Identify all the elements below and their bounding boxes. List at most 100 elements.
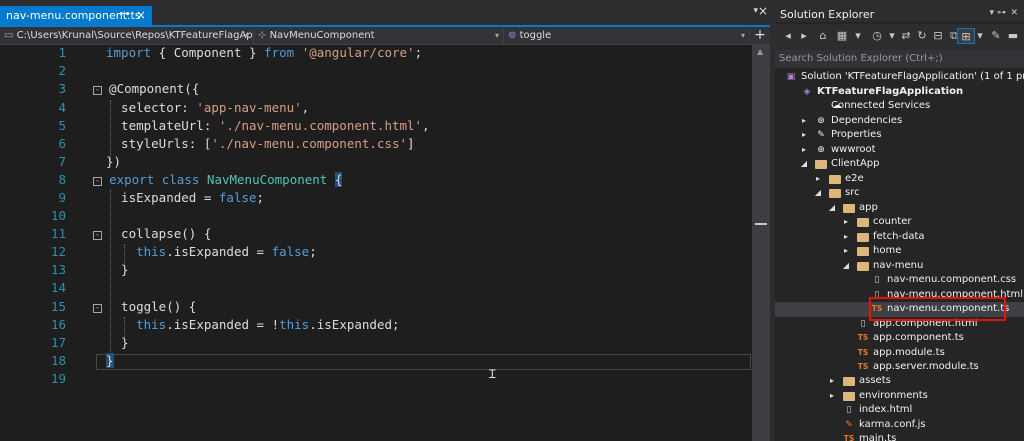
code-line-11: collapse() { [106, 226, 212, 241]
chevron-down-icon[interactable]: ▾ [853, 28, 863, 44]
expand-arrow-icon[interactable]: ▸ [841, 230, 851, 244]
code-line-6: styleUrls: ['./nav-menu.component.css'] [106, 136, 415, 151]
collapse-arrow-icon[interactable]: ◢ [841, 259, 851, 273]
type-dropdown[interactable]: ⊹ NavMenuComponent ▾ [254, 28, 504, 44]
tree-item[interactable]: ▸ fetch-data [775, 230, 1024, 245]
tree-item-label: Properties [831, 129, 882, 140]
expand-arrow-icon[interactable]: ▸ [841, 215, 851, 229]
tree-item[interactable]: ▯ index.html [775, 403, 1024, 418]
tree-item-label: app [859, 202, 878, 213]
collapse-icon[interactable]: - [93, 304, 102, 313]
tree-item-label: app.server.module.ts [873, 361, 979, 372]
document-tab-strip: nav-menu.component.ts ⊶ × ▾ × [0, 0, 770, 27]
tree-item[interactable]: ◢ nav-menu [775, 259, 1024, 274]
scroll-up-arrow-icon[interactable]: ▲ [757, 47, 763, 56]
file-icon: ▭ [4, 30, 17, 41]
auto-hide-pin-icon[interactable]: ⊶ [997, 8, 1006, 18]
tree-item[interactable]: ✎ karma.conf.js [775, 418, 1024, 433]
collapse-arrow-icon[interactable]: ◢ [827, 201, 837, 215]
tree-item[interactable]: ▸ ⊕ wwwroot [775, 143, 1024, 158]
tree-item-label: app.module.ts [873, 347, 945, 358]
expand-arrow-icon[interactable]: ▸ [799, 128, 809, 142]
pin-icon[interactable]: ⊶ [119, 7, 130, 20]
line-number: 9 [58, 190, 66, 205]
code-line-3: @Component({ [94, 81, 200, 96]
expand-arrow-icon[interactable]: ▸ [813, 172, 823, 186]
line-number: 10 [50, 208, 66, 223]
back-icon[interactable]: ◂ [781, 28, 795, 44]
close-icon[interactable]: × [136, 8, 146, 22]
tree-item[interactable]: ▣ Solution 'KTFeatureFlagApplication' (1 … [775, 70, 1024, 85]
tree-item[interactable]: TS app.server.module.ts [775, 360, 1024, 375]
tree-item[interactable]: ☁ Connected Services [775, 99, 1024, 114]
tree-item[interactable]: ▸ ⊛ Dependencies [775, 114, 1024, 129]
folder-icon [843, 392, 855, 401]
collapse-icon[interactable]: - [93, 231, 102, 240]
close-icon[interactable]: ✕ [1010, 8, 1018, 18]
folder-icon [857, 247, 869, 256]
pending-changes-icon[interactable]: ◷ [869, 28, 885, 44]
tree-item[interactable]: ▸ ✎ Properties [775, 128, 1024, 143]
tree-item[interactable]: ◢ ClientApp [775, 157, 1024, 172]
tree-item-label: counter [873, 216, 912, 227]
tree-item[interactable]: ▸ e2e [775, 172, 1024, 187]
home-icon[interactable]: ⌂ [815, 28, 831, 44]
window-menu-icon[interactable]: ▾ [989, 8, 994, 18]
code-line-9: isExpanded = false; [106, 190, 265, 205]
split-window-button[interactable]: + [752, 27, 768, 44]
ts-file-icon: TS [857, 362, 869, 371]
properties-wrench-icon[interactable]: ✎ [989, 28, 1003, 44]
tree-item[interactable]: ▸ counter [775, 215, 1024, 230]
tab-nav-menu-component-ts[interactable]: nav-menu.component.ts ⊶ × [0, 6, 152, 27]
vertical-scrollbar[interactable]: ▲ [752, 45, 770, 441]
project-dropdown[interactable]: ▭ C:\Users\Krunal\Source\Repos\KTFeature… [0, 28, 254, 44]
visual-studio-window: nav-menu.component.ts ⊶ × ▾ × ▭ C:\Users… [0, 0, 1024, 441]
chevron-down-icon[interactable]: ▾ [975, 28, 985, 44]
current-line-highlight [96, 354, 751, 370]
tree-item[interactable]: TS main.ts [775, 432, 1024, 441]
refresh-icon[interactable]: ↻ [915, 28, 929, 44]
tree-item[interactable]: ◢ app [775, 201, 1024, 216]
tree-item-label: ClientApp [831, 158, 880, 169]
tree-item-label: Dependencies [831, 115, 903, 126]
code-line-17: } [106, 335, 129, 350]
collapse-all-icon[interactable]: ⊟ [931, 28, 945, 44]
chevron-down-icon: ▾ [244, 31, 249, 40]
solution-explorer-search-input[interactable]: Search Solution Explorer (Ctrl+;) [775, 50, 1024, 68]
member-dropdown[interactable]: ⊚ toggle ▾ [504, 28, 750, 44]
expand-arrow-icon[interactable]: ▸ [841, 244, 851, 258]
tree-item-label: app.component.ts [873, 332, 964, 343]
expand-arrow-icon[interactable]: ▸ [799, 114, 809, 128]
tree-item[interactable]: ▸ assets [775, 374, 1024, 389]
switch-views-icon[interactable]: ▦ [833, 28, 851, 44]
tree-item[interactable]: ▸ environments [775, 389, 1024, 404]
minus-icon[interactable]: ▬ [1005, 28, 1021, 44]
solution-tree[interactable]: ▣ Solution 'KTFeatureFlagApplication' (1 … [775, 68, 1024, 441]
chevron-down-icon[interactable]: ▾ [887, 28, 897, 44]
forward-icon[interactable]: ▸ [797, 28, 811, 44]
line-number: 14 [50, 280, 66, 295]
tree-item[interactable]: TS app.module.ts [775, 346, 1024, 361]
code-line-8: export class NavMenuComponent { [109, 172, 343, 187]
tree-item[interactable]: TS app.component.ts [775, 331, 1024, 346]
line-number: 16 [50, 317, 66, 332]
collapse-arrow-icon[interactable]: ◢ [799, 157, 809, 171]
tree-item[interactable]: ◈ KTFeatureFlagApplication [775, 85, 1024, 100]
code-line-18: } [106, 353, 114, 368]
tree-item[interactable]: ◢ src [775, 186, 1024, 201]
expand-arrow-icon[interactable]: ▸ [827, 374, 837, 388]
tree-item[interactable]: ▯ nav-menu.component.css [775, 273, 1024, 288]
expand-arrow-icon[interactable]: ▸ [799, 143, 809, 157]
tree-item-label: nav-menu.component.css [887, 274, 1017, 285]
tree-item[interactable]: ▸ home [775, 244, 1024, 259]
preview-selected-items-icon[interactable]: ⊞ [957, 28, 975, 44]
collapse-arrow-icon[interactable]: ◢ [813, 186, 823, 200]
panel-title: Solution Explorer [780, 8, 875, 21]
solution-explorer-panel: Solution Explorer ▾ ⊶ ✕ ◂ ▸ ⌂ ▦ ▾ ◷ ▾ ⇄ … [775, 0, 1024, 441]
sync-icon[interactable]: ⇄ [899, 28, 913, 44]
code-area[interactable]: 1 2 3 4 5 6 7 8 9 10 11 12 13 14 15 16 17 18 19 - - - - im… [0, 45, 752, 441]
expand-arrow-icon[interactable]: ▸ [827, 389, 837, 403]
line-number: 6 [58, 136, 66, 151]
close-document-icon[interactable]: × [758, 4, 770, 18]
css-file-icon: ▯ [874, 275, 880, 285]
